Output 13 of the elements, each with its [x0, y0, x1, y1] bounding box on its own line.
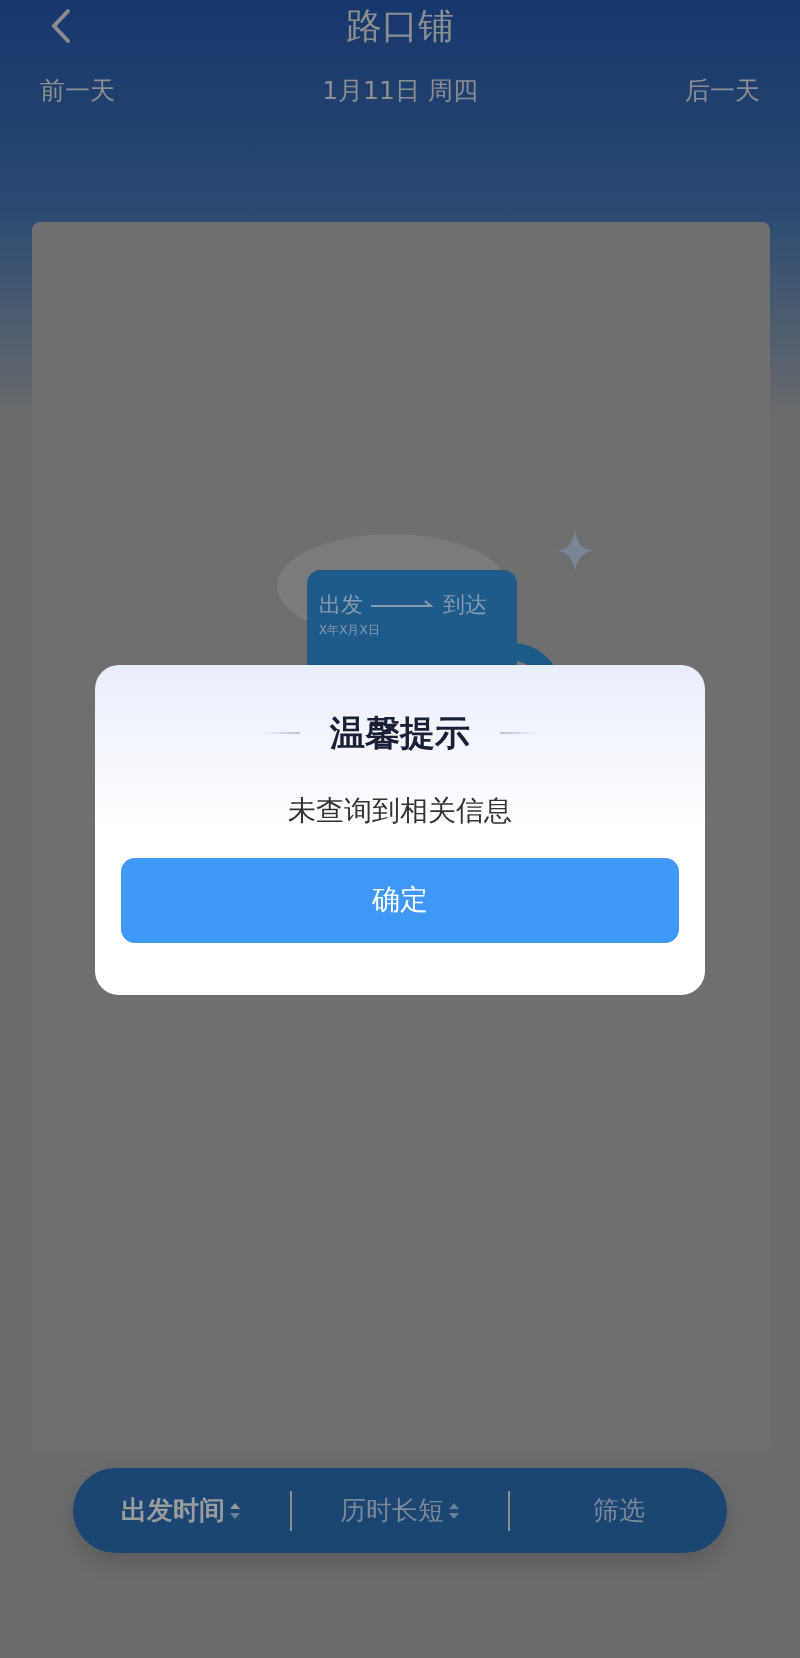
filter-button[interactable]: 筛选 [510, 1468, 727, 1553]
depart-label: 出发 [319, 591, 363, 619]
ticket-date: X年X月X日 [319, 622, 381, 639]
dialog-title: 温馨提示 [330, 712, 470, 755]
sort-button[interactable]: 历时长短 [291, 1468, 509, 1553]
dialog-message: 未查询到相关信息 [288, 792, 512, 829]
page-title: 路口铺 [346, 4, 454, 48]
next-day-link[interactable]: 后一天 [685, 72, 760, 110]
confirm-button[interactable]: 确定 [121, 857, 679, 943]
sort-button[interactable]: 出发时间 [73, 1468, 290, 1553]
arrive-label: 到达 [443, 591, 487, 619]
previous-day-link[interactable]: 前一天 [40, 72, 115, 110]
date-label: 1月11日 周四 [322, 75, 478, 107]
